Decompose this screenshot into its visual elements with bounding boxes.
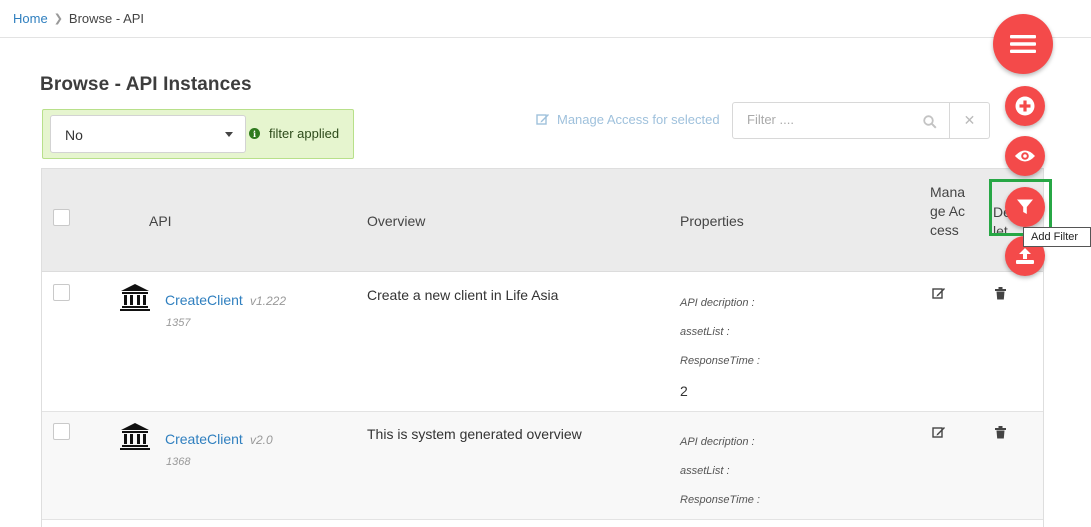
fab-menu-button[interactable] bbox=[993, 14, 1053, 74]
breadcrumb: Home ❯ Browse - API bbox=[13, 11, 144, 26]
select-all-checkbox[interactable] bbox=[53, 209, 70, 226]
add-filter-tooltip: Add Filter bbox=[1023, 227, 1091, 247]
edit-icon[interactable] bbox=[932, 287, 946, 300]
search-group: ✕ bbox=[732, 102, 990, 139]
header-api: API bbox=[149, 213, 172, 229]
table-row: CreateClient v2.0 1368 This is system ge… bbox=[42, 412, 1043, 520]
institution-icon bbox=[120, 284, 150, 311]
upload-icon bbox=[1016, 248, 1034, 264]
api-id: 1368 bbox=[166, 456, 191, 468]
menu-icon bbox=[1010, 35, 1036, 53]
header-overview: Overview bbox=[367, 213, 426, 229]
api-version: v2.0 bbox=[250, 433, 273, 447]
property-label: API decription : bbox=[680, 436, 755, 448]
filter-status: i filter applied bbox=[249, 126, 339, 141]
fab-add-button[interactable] bbox=[1005, 86, 1045, 126]
fab-view-button[interactable] bbox=[1005, 136, 1045, 176]
eye-icon bbox=[1015, 150, 1035, 162]
property-label: ResponseTime : bbox=[680, 494, 760, 506]
filter-select-value: No bbox=[65, 127, 83, 143]
breadcrumb-current: Browse - API bbox=[68, 11, 145, 26]
property-label: ResponseTime : bbox=[680, 355, 760, 367]
manage-access-selected-link[interactable]: Manage Access for selected bbox=[536, 112, 720, 127]
api-name-link[interactable]: CreateClient bbox=[165, 431, 243, 447]
api-version: v1.222 bbox=[250, 294, 287, 308]
clear-filter-button[interactable]: ✕ bbox=[950, 102, 990, 139]
property-value: 2 bbox=[680, 383, 688, 399]
edit-icon bbox=[536, 114, 549, 125]
property-label: assetList : bbox=[680, 326, 730, 338]
property-label: API decription : bbox=[680, 297, 755, 309]
search-input[interactable] bbox=[747, 112, 917, 127]
header-properties: Properties bbox=[680, 213, 744, 229]
table-header: API Overview Properties Manage Access De… bbox=[42, 169, 1043, 272]
plus-icon bbox=[1015, 96, 1035, 116]
chevron-down-icon bbox=[225, 132, 233, 137]
manage-access-label: Manage Access for selected bbox=[557, 112, 720, 127]
filter-select[interactable]: No bbox=[50, 115, 246, 153]
api-overview: This is system generated overview bbox=[367, 426, 582, 442]
close-icon: ✕ bbox=[963, 112, 976, 128]
top-bar: Home ❯ Browse - API bbox=[0, 0, 1091, 38]
edit-icon[interactable] bbox=[932, 426, 946, 439]
api-overview: Create a new client in Life Asia bbox=[367, 287, 559, 303]
breadcrumb-home-link[interactable]: Home bbox=[13, 11, 48, 26]
api-id: 1357 bbox=[166, 317, 191, 329]
header-manage-access: Manage Access bbox=[930, 184, 966, 238]
property-label: assetList : bbox=[680, 465, 730, 477]
filter-status-label: filter applied bbox=[269, 126, 340, 141]
page-title: Browse - API Instances bbox=[40, 74, 252, 95]
row-checkbox[interactable] bbox=[53, 284, 70, 301]
api-table: API Overview Properties Manage Access De… bbox=[41, 168, 1044, 527]
search-icon[interactable] bbox=[923, 115, 937, 129]
row-checkbox[interactable] bbox=[53, 423, 70, 440]
search-field bbox=[732, 102, 950, 139]
trash-icon[interactable] bbox=[995, 287, 1006, 300]
institution-icon bbox=[120, 423, 150, 450]
info-icon: i bbox=[249, 128, 260, 139]
filter-panel: No i filter applied bbox=[42, 109, 354, 159]
table-row: CreateClient v1.222 1357 Create a new cl… bbox=[42, 273, 1043, 412]
breadcrumb-separator-icon: ❯ bbox=[53, 13, 63, 25]
trash-icon[interactable] bbox=[995, 426, 1006, 439]
api-name-link[interactable]: CreateClient bbox=[165, 292, 243, 308]
